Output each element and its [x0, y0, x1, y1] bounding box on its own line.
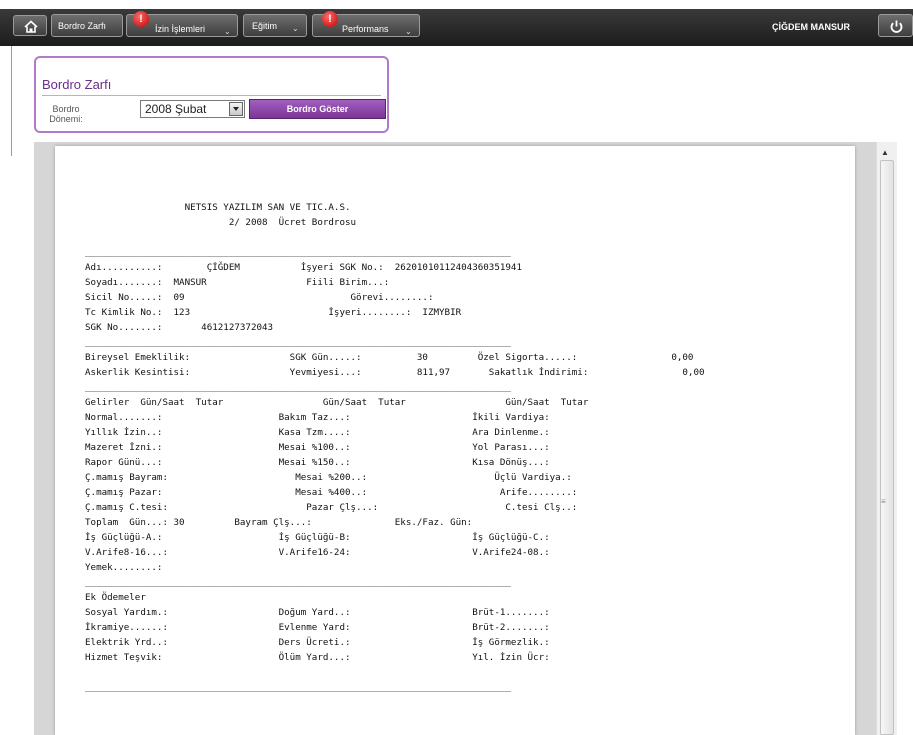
document-line: 2/ 2008 Ücret Bordrosu — [85, 217, 357, 228]
document-line: Gelirler Gün/Saat Tutar Gün/Saat Tutar G… — [85, 397, 589, 408]
chevron-down-icon: ⌄ — [292, 24, 299, 33]
document-line: Rapor Günü...: Mesai %150..: Kısa Dönüş.… — [85, 457, 550, 468]
top-navigation-bar: Bordro Zarfı ! İzin İşlemleri ⌄ Eğitim ⌄… — [0, 0, 913, 46]
menu-label: Performans — [342, 24, 389, 34]
left-divider — [11, 46, 12, 156]
dropdown-arrow-icon[interactable] — [229, 102, 243, 116]
period-select[interactable]: 2008 Şubat — [140, 100, 245, 118]
menu-label: İzin İşlemleri — [155, 24, 206, 34]
document-line: V.Arife8-16...: V.Arife16-24: V.Arife24-… — [85, 547, 550, 558]
document-line: ________________________________________… — [85, 337, 511, 348]
document-line: Normal.......: Bakım Taz...: İkili Vardi… — [85, 412, 550, 423]
payroll-document: NETSIS YAZILIM SAN VE TIC.A.S. 2/ 2008 Ü… — [55, 146, 855, 735]
document-viewer: NETSIS YAZILIM SAN VE TIC.A.S. 2/ 2008 Ü… — [34, 142, 876, 735]
document-line: Askerlik Kesintisi: Yevmiyesi...: 811,97… — [85, 367, 705, 378]
document-line: NETSIS YAZILIM SAN VE TIC.A.S. — [85, 202, 351, 213]
document-line: İş Güçlüğü-A.: İş Güçlüğü-B: İş Güçlüğü-… — [85, 532, 550, 543]
menu-izin-islemleri[interactable]: ! İzin İşlemleri ⌄ — [126, 11, 238, 37]
document-line: Bireysel Emeklilik: SGK Gün.....: 30 Öze… — [85, 352, 694, 363]
power-icon — [890, 20, 903, 33]
vertical-scrollbar[interactable]: ▲ ≡ — [876, 142, 897, 735]
period-label: Bordro Dönemi: — [49, 104, 83, 124]
document-line: Yemek........: — [85, 562, 163, 573]
document-line: ________________________________________… — [85, 247, 511, 258]
menu-bordro-zarfi[interactable]: Bordro Zarfı — [51, 14, 123, 37]
document-line: Ç.mamış Pazar: Mesai %400..: Arife......… — [85, 487, 578, 498]
alert-icon: ! — [133, 11, 149, 27]
document-line: ________________________________________… — [85, 577, 511, 588]
home-button[interactable] — [13, 15, 47, 36]
grip-icon: ≡ — [881, 497, 886, 506]
document-line: Ek Ödemeler — [85, 592, 146, 603]
document-line: ________________________________________… — [85, 682, 511, 693]
document-line: SGK No.......: 4612127372043 — [85, 322, 274, 333]
chevron-down-icon: ⌄ — [224, 27, 231, 36]
document-line: Elektrik Yrd..: Ders Ücreti.: İş Görmezl… — [85, 637, 550, 648]
document-line: Mazeret İzni.: Mesai %100..: Yol Parası.… — [85, 442, 550, 453]
scroll-thumb[interactable] — [880, 160, 894, 735]
divider — [42, 95, 381, 96]
user-name: ÇİĞDEM MANSUR — [772, 22, 850, 32]
alert-icon: ! — [322, 11, 338, 27]
document-line: Adı..........: ÇİĞDEM İşyeri SGK No.: 26… — [85, 262, 522, 273]
document-line: İkramiye......: Evlenme Yard: Brüt-2....… — [85, 622, 550, 633]
home-icon — [24, 20, 38, 33]
menu-label: Bordro Zarfı — [58, 21, 107, 31]
menu-egitim[interactable]: Eğitim ⌄ — [243, 14, 307, 37]
document-line: Sicil No.....: 09 Görevi........: — [85, 292, 434, 303]
document-line: Hizmet Teşvik: Ölüm Yard...: Yıl. İzin Ü… — [85, 652, 550, 663]
panel-title: Bordro Zarfı — [42, 77, 112, 92]
period-value: 2008 Şubat — [145, 102, 207, 116]
scroll-up-icon[interactable]: ▲ — [881, 148, 889, 157]
document-line: Soyadı.......: MANSUR Fiili Birim...: — [85, 277, 390, 288]
show-payroll-button[interactable]: Bordro Göster — [249, 99, 386, 119]
chevron-down-icon: ⌄ — [405, 27, 412, 36]
payroll-filter-panel: Bordro Zarfı Bordro Dönemi: 2008 Şubat B… — [34, 56, 389, 133]
document-line: Ç.mamış C.tesi: Pazar Çlş...: C.tesi Clş… — [85, 502, 578, 513]
document-line: Yıllık İzin..: Kasa Tzm....: Ara Dinlenm… — [85, 427, 550, 438]
document-line: Toplam Gün...: 30 Bayram Çlş...: Eks./Fa… — [85, 517, 473, 528]
document-line: Sosyal Yardım.: Doğum Yard..: Brüt-1....… — [85, 607, 550, 618]
menu-label: Eğitim — [252, 21, 278, 31]
menu-performans[interactable]: ! Performans ⌄ — [312, 11, 420, 37]
document-line: ________________________________________… — [85, 382, 511, 393]
document-line: Ç.mamış Bayram: Mesai %200..: Üçlü Vardi… — [85, 472, 572, 483]
logout-button[interactable] — [878, 14, 913, 37]
document-line: Tc Kimlik No.: 123 İşyeri........: IZMYB… — [85, 307, 462, 318]
payroll-text: NETSIS YAZILIM SAN VE TIC.A.S. 2/ 2008 Ü… — [85, 200, 705, 695]
